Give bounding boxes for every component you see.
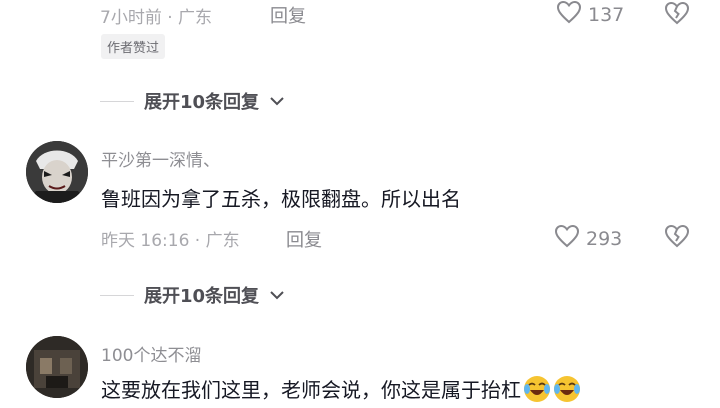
expand-replies-label: 展开10条回复: [144, 92, 260, 113]
chevron-down-icon: [269, 286, 285, 305]
expand-replies-button[interactable]: 展开10条回复: [100, 282, 285, 308]
heart-icon: [556, 0, 582, 29]
like-button[interactable]: 293: [554, 224, 622, 253]
heart-icon: [554, 224, 580, 253]
chevron-down-icon: [269, 92, 285, 111]
like-count: 137: [588, 3, 625, 26]
broken-heart-icon: [664, 224, 690, 252]
reply-button[interactable]: 回复: [270, 2, 306, 28]
dislike-button[interactable]: [664, 1, 690, 29]
crying-laughing-emoji-icon: [553, 375, 581, 403]
comment-timestamp-location: 昨天 16:16 · 广东: [101, 231, 240, 251]
comment-text: 这要放在我们这里，老师会说，你这是属于抬杠: [101, 374, 581, 403]
avatar[interactable]: [26, 141, 88, 203]
comment-username[interactable]: 100个达不溜: [101, 341, 201, 366]
crying-laughing-emoji-icon: [523, 375, 551, 403]
comment-timestamp-location: 7小时前 · 广东: [100, 8, 213, 28]
reply-button[interactable]: 回复: [286, 226, 322, 252]
comment-username[interactable]: 平沙第一深情、: [101, 146, 220, 171]
expand-replies-label: 展开10条回复: [144, 286, 260, 307]
comment-text: 鲁班因为拿了五杀，极限翻盘。所以出名: [101, 187, 461, 211]
divider: [100, 100, 134, 102]
avatar[interactable]: [26, 336, 88, 398]
comment-text-body: 这要放在我们这里，老师会说，你这是属于抬杠: [101, 378, 521, 402]
broken-heart-icon: [664, 1, 690, 29]
author-liked-badge: 作者赞过: [101, 34, 166, 59]
like-count: 293: [586, 227, 623, 250]
dislike-button[interactable]: [664, 224, 690, 252]
divider: [100, 294, 134, 296]
expand-replies-button[interactable]: 展开10条回复: [100, 88, 285, 114]
like-button[interactable]: 137: [556, 0, 624, 29]
